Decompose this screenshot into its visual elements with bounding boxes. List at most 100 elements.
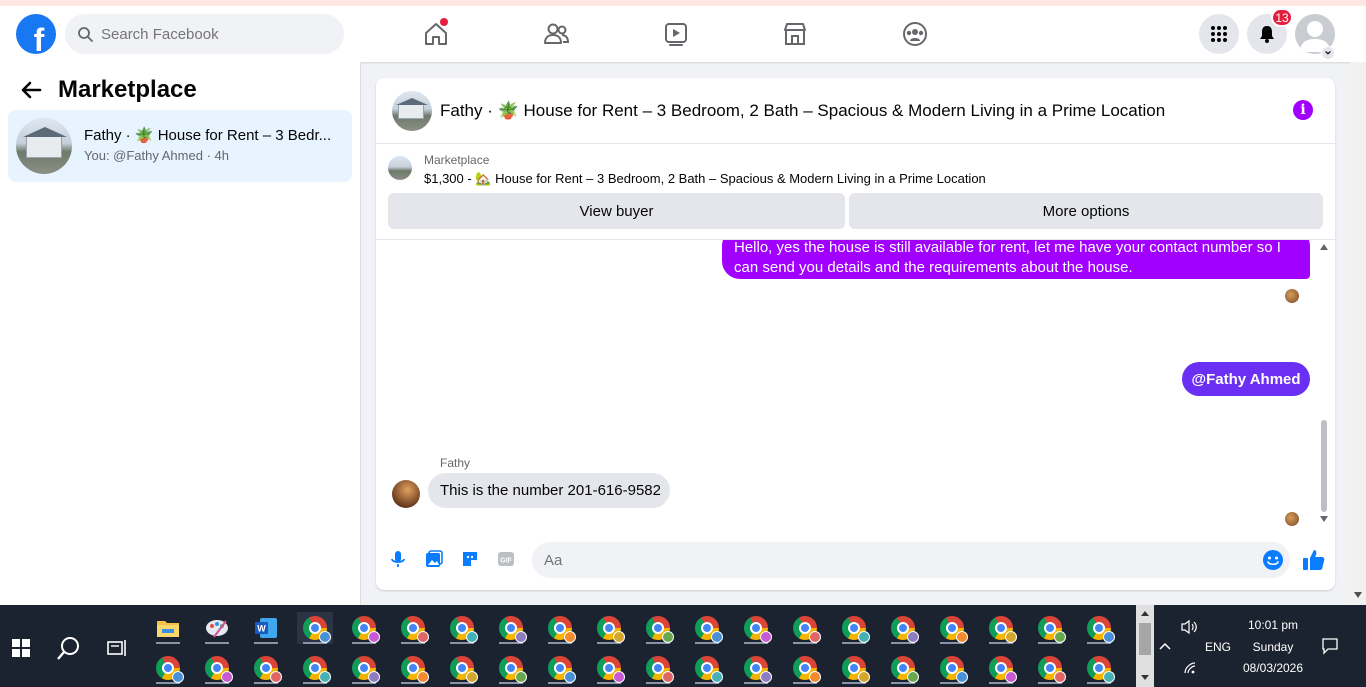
chrome-taskbar-button[interactable] [150, 652, 186, 684]
facebook-logo[interactable]: f [16, 14, 56, 54]
chrome-taskbar-button[interactable] [444, 652, 480, 684]
menu-button[interactable] [1199, 14, 1239, 54]
chevron-up-icon[interactable] [1158, 641, 1172, 651]
emoji-icon[interactable] [1262, 549, 1284, 571]
chrome-taskbar-button[interactable] [738, 612, 774, 644]
chrome-taskbar-button[interactable] [395, 652, 431, 684]
clock-time[interactable]: 10:01 pm [1236, 618, 1310, 632]
nav-groups[interactable] [895, 16, 935, 52]
sticker-button[interactable] [459, 548, 481, 570]
network-icon[interactable] [1183, 661, 1197, 675]
search-input[interactable] [101, 25, 321, 43]
scroll-down-arrow[interactable] [1320, 516, 1328, 522]
chat-header-title[interactable]: Fathy · 🪴 House for Rent – 3 Bedroom, 2 … [440, 101, 1165, 121]
incoming-message[interactable]: This is the number 201-616-9582 [428, 473, 670, 508]
nav-home[interactable] [416, 16, 456, 52]
back-arrow-icon[interactable] [20, 79, 42, 101]
chrome-taskbar-button[interactable] [542, 612, 578, 644]
chrome-taskbar-button[interactable] [738, 652, 774, 684]
taskbar-scroll-up[interactable] [1141, 611, 1149, 616]
chrome-taskbar-button[interactable] [787, 652, 823, 684]
chrome-taskbar-button[interactable] [444, 612, 480, 644]
gif-button[interactable]: GIF [495, 548, 517, 570]
chrome-taskbar-button[interactable] [689, 652, 725, 684]
page-scroll-down-arrow[interactable] [1354, 592, 1362, 598]
chrome-taskbar-button[interactable] [591, 612, 627, 644]
taskbar-scrollbar[interactable] [1136, 605, 1154, 687]
view-buyer-button[interactable]: View buyer [388, 193, 845, 229]
nav-video[interactable] [656, 16, 696, 52]
chat-header-thumbnail[interactable] [392, 91, 432, 131]
chrome-taskbar-button[interactable] [640, 652, 676, 684]
nav-marketplace[interactable] [775, 16, 815, 52]
chrome-taskbar-button[interactable] [640, 612, 676, 644]
chrome-taskbar-button[interactable] [346, 652, 382, 684]
language-indicator[interactable]: ENG [1200, 640, 1236, 654]
scrollbar-thumb[interactable] [1321, 420, 1327, 512]
chrome-taskbar-button[interactable] [591, 652, 627, 684]
search-box[interactable] [65, 14, 344, 54]
outgoing-message[interactable]: Hello, yes the house is still available … [722, 240, 1310, 279]
chrome-taskbar-button[interactable] [983, 652, 1019, 684]
message-thread[interactable]: Hello, yes the house is still available … [376, 240, 1335, 530]
chrome-taskbar-button[interactable] [983, 612, 1019, 644]
chrome-taskbar-button[interactable] [934, 612, 970, 644]
message-input[interactable] [532, 542, 1290, 578]
chrome-taskbar-button[interactable] [248, 652, 284, 684]
nav-friends[interactable] [536, 16, 576, 52]
mention-message[interactable]: @Fathy Ahmed [1182, 362, 1310, 396]
chrome-taskbar-button[interactable] [787, 612, 823, 644]
listing-thumbnail[interactable] [388, 156, 412, 180]
chrome-taskbar-button[interactable] [493, 612, 529, 644]
voice-clip-button[interactable] [387, 548, 409, 570]
chrome-taskbar-button[interactable] [885, 612, 921, 644]
task-view-icon[interactable] [106, 637, 128, 659]
chrome-taskbar-button[interactable] [493, 652, 529, 684]
thumbs-up-icon[interactable] [1301, 547, 1327, 573]
chrome-taskbar-button[interactable] [199, 652, 235, 684]
chat-window: Fathy · 🪴 House for Rent – 3 Bedroom, 2 … [376, 78, 1335, 590]
paint-taskbar-button[interactable] [199, 612, 235, 644]
chrome-taskbar-button[interactable] [297, 612, 333, 644]
chrome-icon [450, 656, 478, 683]
chrome-taskbar-button[interactable] [1081, 652, 1117, 684]
chrome-taskbar-button[interactable] [1081, 612, 1117, 644]
taskbar-scroll-thumb[interactable] [1139, 623, 1151, 655]
attach-media-button[interactable] [423, 548, 445, 570]
info-icon[interactable]: i [1293, 100, 1313, 120]
chrome-icon [548, 616, 576, 643]
sender-avatar[interactable] [392, 480, 420, 508]
chrome-icon [891, 616, 919, 643]
notifications-button[interactable]: 13 [1247, 8, 1293, 54]
chrome-taskbar-button[interactable] [689, 612, 725, 644]
file-explorer-taskbar-button[interactable] [150, 612, 186, 644]
more-options-button[interactable]: More options [849, 193, 1323, 229]
listing-price-title[interactable]: $1,300 - 🏡 House for Rent – 3 Bedroom, 2… [424, 171, 986, 187]
message-scrollbar[interactable] [1316, 240, 1332, 530]
chrome-taskbar-button[interactable] [885, 652, 921, 684]
volume-icon[interactable] [1180, 619, 1198, 635]
taskbar-scroll-down[interactable] [1141, 675, 1149, 680]
word-taskbar-button[interactable]: W [248, 612, 284, 644]
scroll-up-arrow[interactable] [1320, 244, 1328, 250]
chrome-taskbar-button[interactable] [1032, 612, 1068, 644]
clock-date[interactable]: 08/03/2026 [1236, 661, 1310, 675]
chrome-taskbar-button[interactable] [395, 612, 431, 644]
page-scrollbar[interactable] [1350, 62, 1366, 605]
clock-day[interactable]: Sunday [1236, 640, 1310, 654]
taskbar-search-icon[interactable] [56, 635, 82, 661]
chrome-icon [401, 656, 429, 683]
windows-start-icon[interactable] [12, 639, 30, 657]
chrome-taskbar-button[interactable] [836, 612, 872, 644]
profile-badge-icon [711, 671, 723, 683]
chrome-taskbar-button[interactable] [934, 652, 970, 684]
chrome-taskbar-button[interactable] [542, 652, 578, 684]
conversation-item[interactable]: Fathy · 🪴 House for Rent – 3 Bedr... You… [8, 110, 352, 182]
chrome-taskbar-button[interactable] [1032, 652, 1068, 684]
account-caret[interactable] [1321, 46, 1335, 60]
notification-center-icon[interactable] [1321, 637, 1339, 655]
chrome-taskbar-button[interactable] [836, 652, 872, 684]
chrome-taskbar-button[interactable] [346, 612, 382, 644]
chrome-taskbar-button[interactable] [297, 652, 333, 684]
chrome-icon [695, 616, 723, 643]
